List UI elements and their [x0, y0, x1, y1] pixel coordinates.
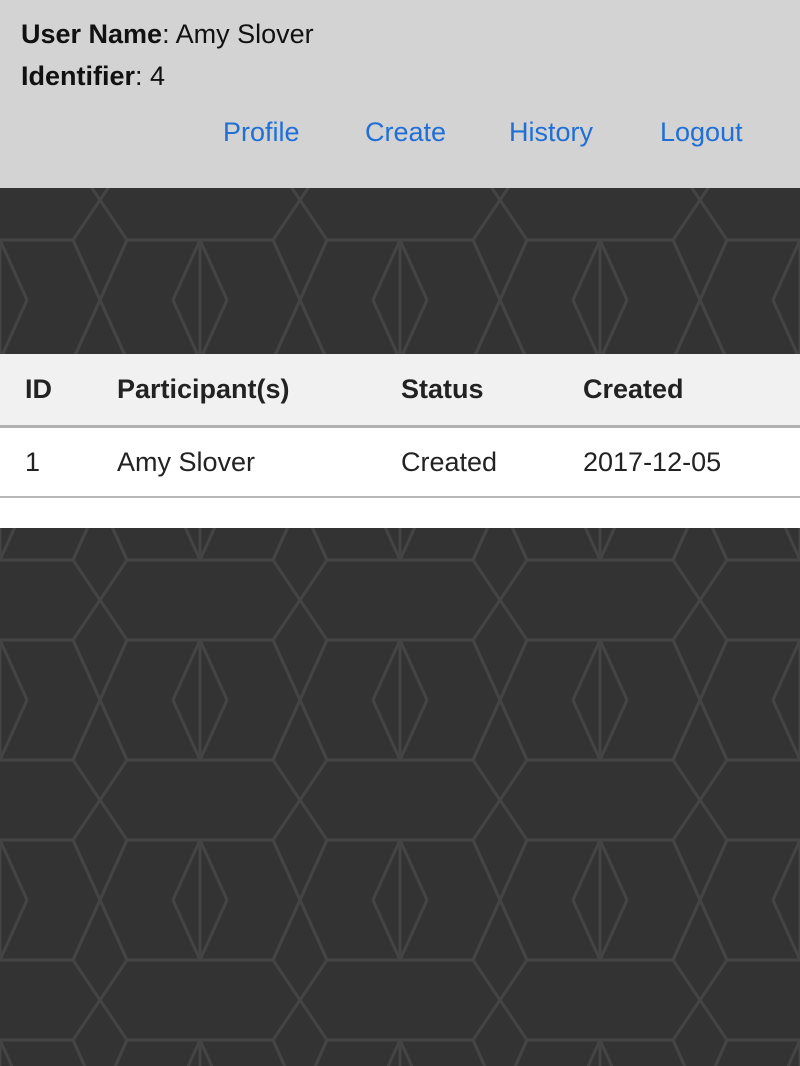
user-name-colon: :	[162, 19, 176, 49]
identifier-line: Identifier: 4	[21, 61, 165, 92]
identifier-value: 4	[150, 61, 166, 91]
main-nav: Profile Create History Logout	[0, 117, 800, 153]
header-created: Created	[583, 374, 684, 404]
user-name-value: Amy Slover	[175, 19, 314, 49]
cell-created: 2017-12-05	[583, 447, 722, 477]
table-header-row: ID Participant(s) Status Created	[0, 354, 800, 428]
table-row[interactable]: 1 Amy Slover Created 2017-12-05	[0, 428, 800, 498]
user-header: User Name: Amy Slover Identifier: 4 Prof…	[0, 0, 800, 188]
user-name-label: User Name	[21, 19, 163, 49]
identifier-label: Identifier	[21, 61, 136, 91]
nav-profile-link[interactable]: Profile	[223, 117, 300, 148]
sessions-table: ID Participant(s) Status Created 1 Amy S…	[0, 354, 800, 528]
header-id: ID	[25, 374, 52, 404]
header-status: Status	[401, 374, 484, 404]
nav-create-link[interactable]: Create	[365, 117, 446, 148]
nav-logout-link[interactable]: Logout	[660, 117, 743, 148]
identifier-colon: :	[135, 61, 151, 91]
cell-participants: Amy Slover	[117, 447, 256, 477]
header-participants: Participant(s)	[117, 374, 290, 404]
user-name-line: User Name: Amy Slover	[21, 19, 314, 50]
cell-status: Created	[401, 447, 498, 477]
cell-id: 1	[25, 447, 41, 477]
nav-history-link[interactable]: History	[509, 117, 593, 148]
